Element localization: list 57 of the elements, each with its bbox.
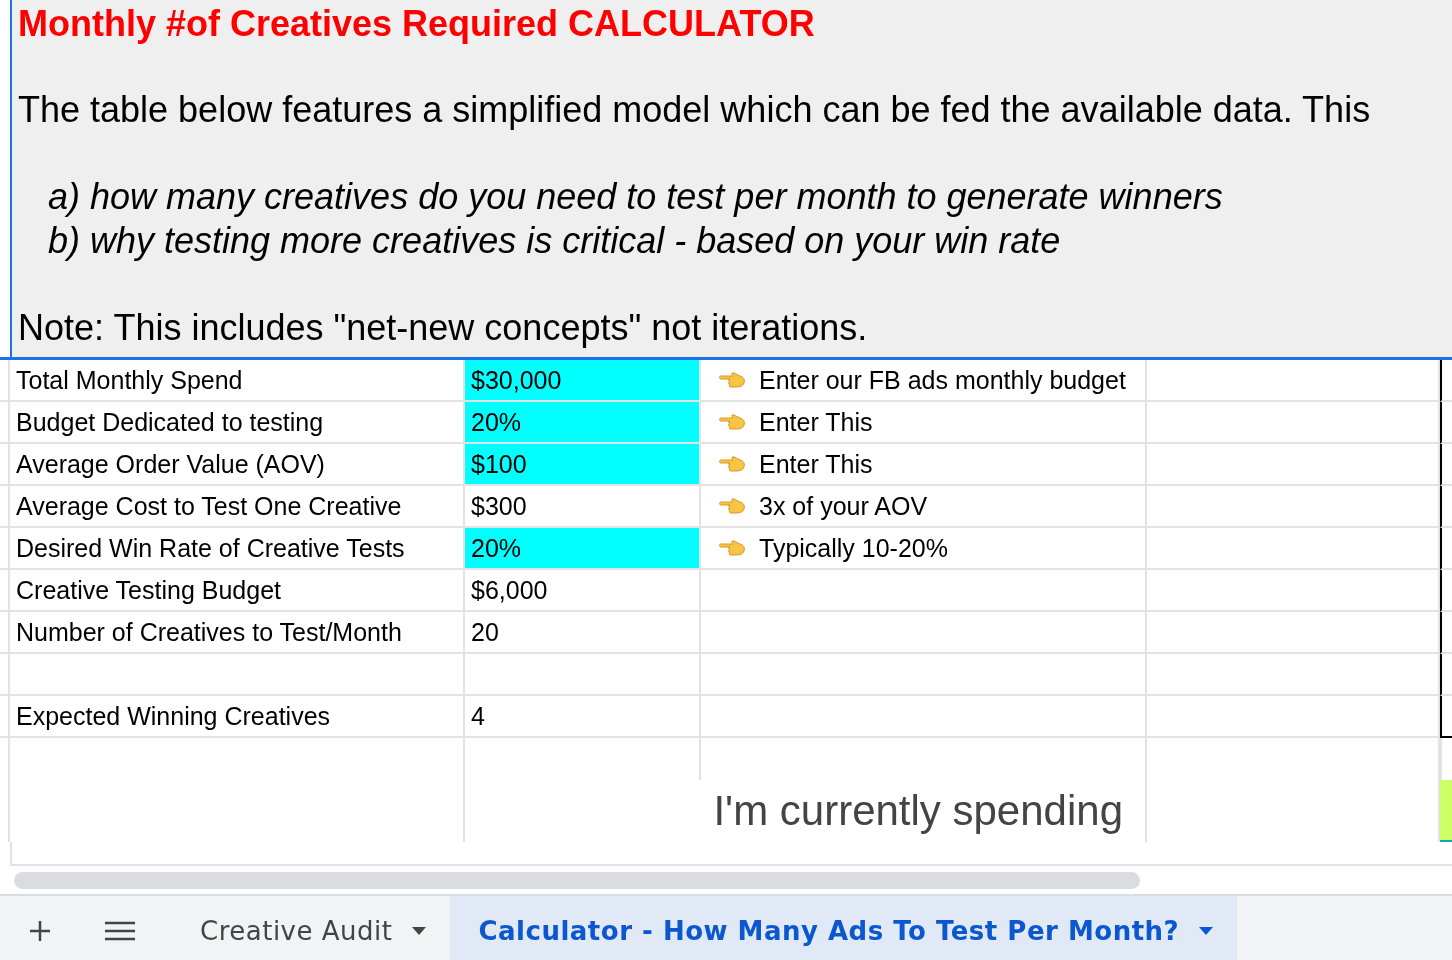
value-cell[interactable]: $6,000 xyxy=(465,570,701,612)
hint-text: Typically 10-20% xyxy=(759,533,948,564)
spending-text: I'm currently spending xyxy=(713,787,1123,835)
empty-cell xyxy=(1440,402,1452,444)
sheet-tab[interactable]: Calculator - How Many Ads To Test Per Month? xyxy=(450,896,1238,960)
row-label: Number of Creatives to Test/Month xyxy=(10,612,465,654)
note-text: Note: This includes "net-new concepts" not iterations. xyxy=(18,307,868,349)
empty-cell xyxy=(1440,612,1452,654)
sheet-tab[interactable]: Creative Audit xyxy=(172,896,451,960)
bullet-point: b) why testing more creatives is critical - based on your win rate xyxy=(48,219,1061,263)
hint-text: Enter This xyxy=(759,449,873,480)
row-gutter xyxy=(0,612,10,654)
horizontal-scrollbar[interactable] xyxy=(14,871,1140,889)
value-cell[interactable]: $30,000 xyxy=(465,360,701,402)
sheet-title: Monthly #of Creatives Required CALCULATOR xyxy=(18,2,815,46)
row-label: Expected Winning Creatives xyxy=(10,696,465,738)
row-gutter xyxy=(0,444,10,486)
value-cell[interactable]: 4 xyxy=(465,696,701,738)
pointing-hand-icon xyxy=(719,539,747,557)
row-label: Creative Testing Budget xyxy=(10,570,465,612)
empty-cell xyxy=(1440,570,1452,612)
empty-cell xyxy=(1440,444,1452,486)
highlighted-cell xyxy=(1440,780,1452,842)
value-cell[interactable]: 20 xyxy=(465,612,701,654)
empty-cell xyxy=(1440,528,1452,570)
hint-text: 3x of your AOV xyxy=(759,491,928,522)
row-gutter xyxy=(0,486,10,528)
pointing-hand-icon xyxy=(719,371,747,389)
row-label: Total Monthly Spend xyxy=(10,360,465,402)
empty-cell xyxy=(1440,696,1452,738)
hint-text: Enter This xyxy=(759,407,873,438)
empty-cell xyxy=(1440,360,1452,402)
add-sheet-icon[interactable] xyxy=(29,920,51,942)
intro-paragraph: The table below features a simplified model which can be fed the available data. This xyxy=(18,89,1371,131)
empty-cell xyxy=(1440,654,1452,696)
row-label: Desired Win Rate of Creative Tests xyxy=(10,528,465,570)
pointing-hand-icon xyxy=(719,455,747,473)
row-gutter xyxy=(0,360,10,402)
caret-icon[interactable] xyxy=(1199,927,1214,935)
value-cell[interactable]: 20% xyxy=(465,528,701,570)
pointing-hand-icon xyxy=(719,413,747,431)
row-label: Average Cost to Test One Creative xyxy=(10,486,465,528)
value-cell[interactable]: 20% xyxy=(465,402,701,444)
value-cell[interactable]: $100 xyxy=(465,444,701,486)
row-label: Average Order Value (AOV) xyxy=(10,444,465,486)
pointing-hand-icon xyxy=(719,497,747,515)
row-label: Budget Dedicated to testing xyxy=(10,402,465,444)
bullet-point: a) how many creatives do you need to test per month to generate winners xyxy=(48,175,1223,219)
row-gutter xyxy=(0,570,10,612)
row-gutter xyxy=(0,696,10,738)
hint-text: Enter our FB ads monthly budget xyxy=(759,365,1126,396)
caret-icon[interactable] xyxy=(412,927,427,935)
row-gutter xyxy=(0,654,10,696)
empty-cell xyxy=(1440,486,1452,528)
menu-icon[interactable] xyxy=(105,921,135,941)
row-gutter xyxy=(0,402,10,444)
row-gutter xyxy=(0,528,10,570)
